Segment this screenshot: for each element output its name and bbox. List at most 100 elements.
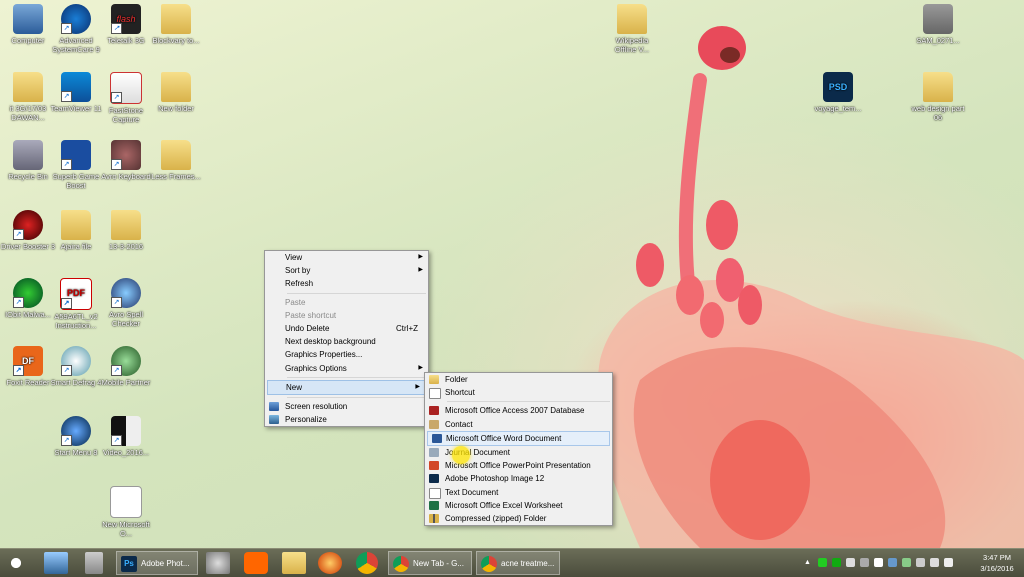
chevron-right-icon: ▶ bbox=[415, 383, 420, 390]
desktop-icon[interactable]: web design part 06 bbox=[910, 72, 966, 122]
tools-icon[interactable] bbox=[206, 552, 230, 574]
shortcut-arrow-icon: ↗ bbox=[61, 91, 72, 102]
desktop-icon[interactable]: ↗ TeamViewer 11 bbox=[48, 72, 104, 113]
menu-item-refresh[interactable]: Refresh bbox=[265, 277, 428, 290]
chrome-icon[interactable] bbox=[356, 552, 378, 574]
new-item-compressed-folder[interactable]: Compressed (zipped) Folder bbox=[425, 512, 612, 525]
desktop-icon[interactable]: Blockvary to... bbox=[148, 4, 204, 45]
taskbar-task-acne-treatment[interactable]: acne treatme... bbox=[476, 551, 560, 575]
taskbar-task-new-tab[interactable]: New Tab - G... bbox=[388, 551, 472, 575]
menu-item-graphics-options[interactable]: Graphics Options ▶ bbox=[265, 362, 428, 375]
chevron-up-icon[interactable]: ▲ bbox=[804, 558, 813, 567]
desktop-icon[interactable]: ↗ Advanced SystemCare 9 bbox=[48, 4, 104, 54]
new-item-folder[interactable]: Folder bbox=[425, 373, 612, 386]
shortcut-arrow-icon: ↗ bbox=[61, 435, 72, 446]
pen-icon[interactable] bbox=[860, 558, 869, 567]
mask-icon[interactable] bbox=[4, 552, 28, 574]
desktop-icon[interactable]: ↗ Video_2016... bbox=[98, 416, 154, 457]
shortcut-arrow-icon: ↗ bbox=[13, 365, 24, 376]
contact-icon bbox=[429, 419, 439, 429]
clock[interactable]: 3:47 PM 3/16/2016 bbox=[976, 552, 1018, 574]
desktop-icon[interactable]: flash ↗ Teletalk 3G bbox=[98, 4, 154, 45]
new-item-text-document[interactable]: Text Document bbox=[425, 486, 612, 499]
desktop-context-menu: View ▶ Sort by ▶ Refresh Paste Paste short… bbox=[264, 250, 429, 428]
psd-icon: PSD bbox=[823, 72, 853, 102]
security-icon[interactable] bbox=[832, 558, 841, 567]
text-document-icon bbox=[429, 487, 441, 499]
desktop-icon-label: voyage_tem... bbox=[814, 104, 862, 113]
new-item-powerpoint-presentation[interactable]: Microsoft Office PowerPoint Presentation bbox=[425, 459, 612, 472]
xampp-icon[interactable] bbox=[244, 552, 268, 574]
new-item-excel-worksheet[interactable]: Microsoft Office Excel Worksheet bbox=[425, 499, 612, 512]
desktop-icon[interactable]: PDF ↗ A59A6TL_v2 Instruction... bbox=[48, 278, 104, 330]
desktop-icon-label: Start Menu 8 bbox=[54, 448, 98, 457]
shortcut-arrow-icon: ↗ bbox=[111, 435, 122, 446]
foxit-reader-icon: DF ↗ bbox=[13, 346, 43, 376]
flag-icon[interactable] bbox=[874, 558, 883, 567]
volume-icon[interactable] bbox=[930, 558, 939, 567]
new-item-photoshop-image[interactable]: Adobe Photoshop Image 12 bbox=[425, 472, 612, 485]
shortcut-arrow-icon: ↗ bbox=[61, 159, 72, 170]
avro-icon[interactable] bbox=[846, 558, 855, 567]
desktop-icon[interactable]: ↗ Start Menu 8 bbox=[48, 416, 104, 457]
start-menu-icon: ↗ bbox=[61, 416, 91, 446]
menu-item-sort-by[interactable]: Sort by ▶ bbox=[265, 264, 428, 277]
new-item-access-database[interactable]: Microsoft Office Access 2007 Database bbox=[425, 404, 612, 417]
menu-item-paste[interactable]: Paste bbox=[265, 296, 428, 309]
desktop-icon[interactable]: 13-3-2016 bbox=[98, 210, 154, 251]
display-icon[interactable] bbox=[888, 558, 897, 567]
clock-date: 3/16/2016 bbox=[980, 564, 1014, 573]
desktop-icon[interactable]: New folder bbox=[148, 72, 204, 113]
desktop-icon-label: A59A6TL_v2 Instruction... bbox=[54, 312, 98, 330]
menu-item-graphics-properties[interactable]: Graphics Properties... bbox=[265, 348, 428, 361]
folder-icon[interactable] bbox=[282, 552, 306, 574]
desktop-icon-label: FastStone Capture bbox=[108, 106, 144, 124]
desktop-icon[interactable]: Ajaira file bbox=[48, 210, 104, 251]
desktop-icon[interactable]: New Microsoft O... bbox=[98, 486, 154, 538]
menu-separator bbox=[287, 376, 426, 378]
desktop-icon[interactable]: ↗ FastStone Capture bbox=[98, 72, 154, 124]
keyboard-icon[interactable] bbox=[944, 558, 953, 567]
pdf-icon: PDF ↗ bbox=[60, 278, 92, 310]
menu-separator bbox=[287, 396, 426, 398]
menu-item-undo-delete[interactable]: Undo Delete Ctrl+Z bbox=[265, 322, 428, 335]
menu-item-new[interactable]: New ▶ bbox=[267, 379, 426, 395]
menu-item-paste-shortcut[interactable]: Paste shortcut bbox=[265, 309, 428, 322]
firefox-icon[interactable] bbox=[318, 552, 342, 574]
teamviewer-icon: ↗ bbox=[61, 72, 91, 102]
desktop-icon[interactable]: ↗ Avro Keyboard bbox=[98, 140, 154, 181]
desktop-icon[interactable]: ↗ Superb Game Boost bbox=[48, 140, 104, 190]
desktop-icon[interactable]: ↗ Mobile Partner bbox=[98, 346, 154, 387]
folder-icon bbox=[13, 72, 43, 102]
desktop-icon[interactable]: ↗ Smart Defrag 4 bbox=[48, 346, 104, 387]
desktop-icon-label: Avro Keyboard bbox=[101, 172, 151, 181]
new-item-shortcut[interactable]: Shortcut bbox=[425, 386, 612, 400]
spell-checker-icon: ↗ bbox=[111, 278, 141, 308]
menu-item-view[interactable]: View ▶ bbox=[265, 251, 428, 264]
desktop[interactable]: Computer ↗ Advanced SystemCare 9 flash ↗ Tele… bbox=[0, 0, 1024, 548]
desktop-icon[interactable]: Less Frames... bbox=[148, 140, 204, 181]
menu-item-personalize[interactable]: Personalize bbox=[265, 413, 428, 426]
chrome-icon bbox=[393, 556, 409, 572]
folder-icon bbox=[923, 72, 953, 102]
battery-icon[interactable] bbox=[902, 558, 911, 567]
network-icon[interactable] bbox=[818, 558, 827, 567]
new-item-contact[interactable]: Contact bbox=[425, 418, 612, 431]
menu-item-next-desktop-background[interactable]: Next desktop background bbox=[265, 335, 428, 348]
desktop-icon[interactable]: PSD voyage_tem... bbox=[810, 72, 866, 113]
folder-icon bbox=[161, 4, 191, 34]
shortcut-arrow-icon: ↗ bbox=[13, 297, 24, 308]
flash-icon: flash ↗ bbox=[111, 4, 141, 34]
new-item-word-document[interactable]: Microsoft Office Word Document bbox=[427, 430, 610, 446]
desktop-icon[interactable]: SAM_0271... bbox=[910, 4, 966, 45]
file-explorer-icon[interactable] bbox=[44, 552, 68, 574]
desktop-icon[interactable]: Wikipedia Offline V... bbox=[604, 4, 660, 54]
calculator-icon[interactable] bbox=[85, 552, 103, 574]
taskbar-task-photoshop[interactable]: Ps Adobe Phot... bbox=[116, 551, 198, 575]
menu-item-screen-resolution[interactable]: Screen resolution bbox=[265, 400, 428, 413]
menu-separator bbox=[287, 292, 426, 294]
desktop-icon-label: Wikipedia Offline V... bbox=[614, 36, 650, 54]
chrome-icon bbox=[481, 556, 497, 572]
signal-icon[interactable] bbox=[916, 558, 925, 567]
desktop-icon[interactable]: ↗ Avro Spell Checker bbox=[98, 278, 154, 328]
